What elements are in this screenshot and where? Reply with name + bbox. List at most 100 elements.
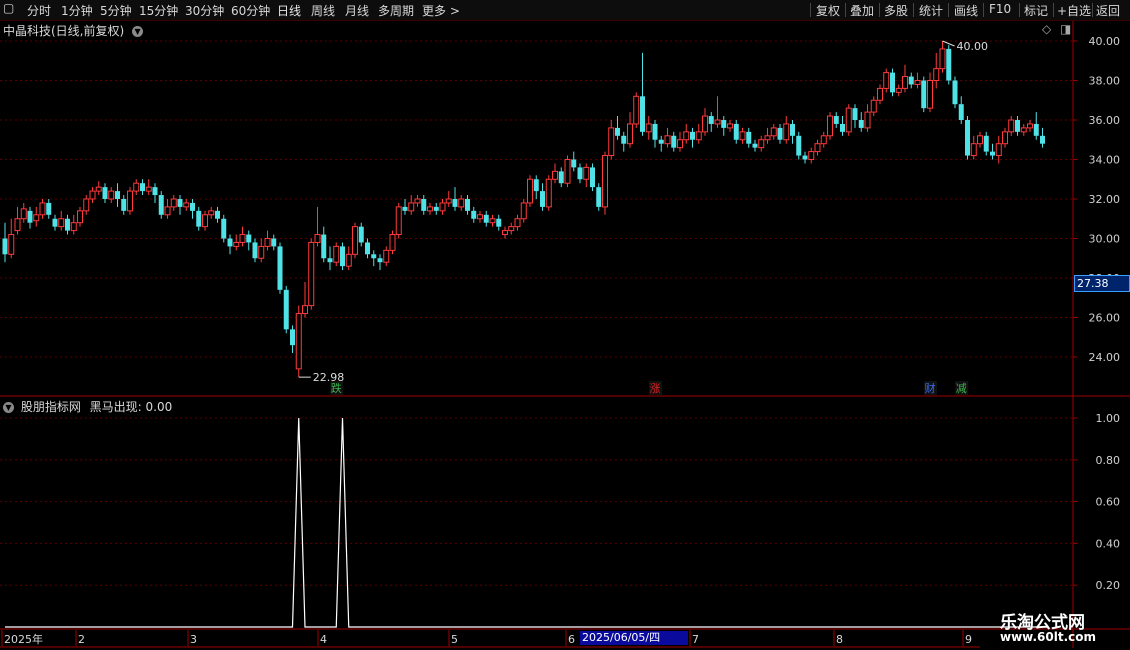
candle-body-up xyxy=(764,135,771,141)
candle-body-up xyxy=(902,76,908,89)
candle-body-down xyxy=(671,135,677,148)
candle-body-up xyxy=(445,198,452,204)
candle-body-down xyxy=(577,167,583,180)
candle-body-up xyxy=(83,198,90,212)
candle-body-up xyxy=(1002,131,1008,145)
date-axis-label: 6 xyxy=(568,633,575,646)
candle-body-down xyxy=(227,238,233,247)
event-marker: 减 xyxy=(956,382,967,395)
cursor-date-box: 2025/06/05/四 xyxy=(580,631,688,645)
candle-body-up xyxy=(770,127,777,137)
candle-body-up xyxy=(783,123,790,141)
candle-body-up xyxy=(352,226,358,255)
candle-body-up xyxy=(814,143,821,153)
indicator-axis-label: 0.60 xyxy=(1096,496,1121,509)
candle-body-down xyxy=(102,187,108,199)
candle-body-up xyxy=(883,72,890,89)
candle-body-up xyxy=(683,131,690,141)
candle-body-down xyxy=(471,210,477,219)
candle-body-down xyxy=(590,167,595,188)
candle-body-up xyxy=(914,80,921,85)
candle-body-up xyxy=(239,234,246,243)
date-axis-label: 8 xyxy=(836,633,843,646)
candle-body-up xyxy=(383,249,390,263)
candle-body-up xyxy=(439,202,446,212)
candle-body-down xyxy=(115,191,120,199)
y-axis-label: 36.00 xyxy=(1089,114,1121,127)
candle-body-down xyxy=(452,199,458,207)
candle-body-up xyxy=(564,159,571,184)
candle-body-down xyxy=(46,202,52,215)
candle-body-down xyxy=(277,246,283,290)
candle-body-up xyxy=(258,245,265,259)
candle-body-down xyxy=(483,214,489,223)
y-axis-label: 40.00 xyxy=(1089,35,1121,48)
date-axis-label: 2025年 xyxy=(4,632,43,646)
candle-body-down xyxy=(246,234,252,243)
candle-body-up xyxy=(870,99,877,113)
candle-body-up xyxy=(702,115,708,133)
candle-body-down xyxy=(908,76,914,85)
event-marker: 涨 xyxy=(650,382,661,395)
candle-body-down xyxy=(340,246,345,267)
candle-body-up xyxy=(970,143,977,157)
candle-body-up xyxy=(714,119,721,125)
candle-body-up xyxy=(489,218,496,224)
candle-body-up xyxy=(333,245,340,263)
candle-body-down xyxy=(65,218,70,231)
candle-body-up xyxy=(314,234,321,243)
high-price-label: 40.00 xyxy=(957,40,989,53)
kline-chart[interactable]: 40.0038.0036.0034.0032.0030.0028.0026.00… xyxy=(0,0,1130,650)
indicator-axis-label: 0.40 xyxy=(1096,537,1121,550)
candle-body-down xyxy=(358,226,364,243)
y-axis-label: 32.00 xyxy=(1089,193,1121,206)
candle-body-down xyxy=(421,199,427,211)
candle-body-up xyxy=(664,135,671,145)
candle-body-down xyxy=(177,199,183,207)
candle-body-up xyxy=(808,151,815,161)
candle-body-down xyxy=(327,258,333,263)
candle-body-up xyxy=(70,222,77,232)
candle-body-down xyxy=(52,218,58,227)
candle-body-down xyxy=(252,242,258,259)
indicator-axis-label: 0.20 xyxy=(1096,579,1121,592)
candle-body-up xyxy=(133,182,140,192)
candle-body-down xyxy=(790,123,795,136)
candle-body-down xyxy=(733,123,739,140)
candle-body-down xyxy=(983,135,989,152)
candle-body-down xyxy=(921,80,927,109)
candle-body-up xyxy=(602,155,608,208)
candle-body-down xyxy=(571,159,577,168)
candle-body-down xyxy=(377,258,383,263)
candle-body-down xyxy=(952,80,958,105)
candle-body-down xyxy=(196,210,202,227)
candle-body-up xyxy=(827,115,833,137)
candle-body-up xyxy=(645,123,652,133)
candle-body-down xyxy=(152,187,158,196)
candle-body-down xyxy=(433,206,439,211)
candle-body-up xyxy=(308,241,315,307)
candle-body-down xyxy=(540,191,545,207)
candle-body-down xyxy=(777,127,783,140)
candle-body-up xyxy=(508,226,515,232)
candle-body-down xyxy=(402,206,408,211)
current-price-badge: 27.38 xyxy=(1074,275,1130,292)
candle-body-up xyxy=(758,139,765,149)
candle-body-down xyxy=(27,210,33,223)
candle-body-up xyxy=(545,178,552,208)
candle-body-up xyxy=(395,206,402,236)
candle-body-down xyxy=(890,72,895,93)
candle-body-up xyxy=(739,131,746,141)
date-axis-label: 2 xyxy=(78,633,85,646)
candle-body-down xyxy=(690,131,695,140)
candle-body-up xyxy=(727,123,733,129)
candle-body-up xyxy=(208,210,215,216)
event-marker: 财 xyxy=(925,381,936,395)
indicator-axis-label: 1.00 xyxy=(1096,412,1121,425)
candle-body-up xyxy=(514,218,521,228)
candle-body-up xyxy=(302,305,308,315)
candle-body-up xyxy=(820,135,827,145)
date-axis-label: 5 xyxy=(451,633,458,646)
candle-body-up xyxy=(864,111,871,129)
candle-body-up xyxy=(414,198,421,204)
